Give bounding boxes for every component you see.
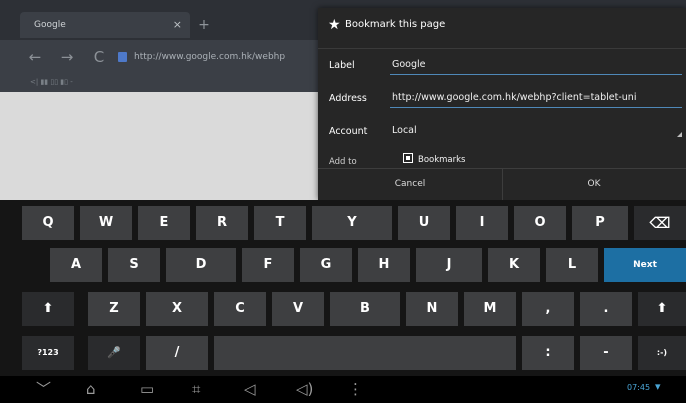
forward-icon[interactable]: → bbox=[58, 48, 76, 66]
volume-up-icon[interactable]: ◁) bbox=[296, 378, 313, 400]
back-icon[interactable]: ← bbox=[26, 48, 44, 66]
key-n[interactable]: N bbox=[406, 292, 458, 326]
key-a[interactable]: A bbox=[50, 248, 102, 282]
key-v[interactable]: V bbox=[272, 292, 324, 326]
key-b[interactable]: B bbox=[330, 292, 400, 326]
checkbox-check-icon bbox=[406, 156, 410, 160]
soft-keyboard: Q W E R T Y U I O P ⌫ A S D F G H J K L … bbox=[0, 200, 686, 376]
add-to-value[interactable]: Bookmarks bbox=[418, 155, 466, 165]
home-icon[interactable]: ⌂ bbox=[86, 378, 96, 400]
key-h[interactable]: H bbox=[358, 248, 410, 282]
url-field[interactable]: http://www.google.com.hk/webhp bbox=[134, 46, 285, 68]
key-f[interactable]: F bbox=[242, 248, 294, 282]
ok-button[interactable]: OK bbox=[502, 168, 686, 200]
key-q[interactable]: Q bbox=[22, 206, 74, 240]
key-w[interactable]: W bbox=[80, 206, 132, 240]
dialog-title: Bookmark this page bbox=[345, 19, 446, 30]
key-e[interactable]: E bbox=[138, 206, 190, 240]
system-bar bbox=[0, 376, 686, 403]
site-icon bbox=[118, 52, 127, 62]
cancel-button[interactable]: Cancel bbox=[318, 168, 502, 200]
key-c[interactable]: C bbox=[214, 292, 266, 326]
dropdown-arrow-icon[interactable] bbox=[677, 132, 682, 137]
key-slash[interactable]: / bbox=[146, 336, 208, 370]
address-field-label: Address bbox=[329, 93, 367, 104]
symbols-key[interactable]: ?123 bbox=[22, 336, 74, 370]
tab-google[interactable]: Google × bbox=[20, 12, 190, 38]
account-select[interactable]: Local bbox=[392, 125, 652, 136]
menu-icon[interactable]: ⋮ bbox=[348, 378, 363, 400]
bookmarks-bar-items[interactable]: <| ▮▮ ▯▯ ▮▯ - bbox=[30, 78, 73, 86]
key-d[interactable]: D bbox=[166, 248, 236, 282]
clock: 07:45 bbox=[627, 383, 651, 392]
star-icon: ★ bbox=[328, 17, 341, 33]
screenshot-icon[interactable]: ⌗ bbox=[192, 378, 200, 400]
volume-down-icon[interactable]: ◁ bbox=[244, 378, 256, 400]
microphone-icon[interactable]: 🎤 bbox=[88, 336, 140, 370]
key-m[interactable]: M bbox=[464, 292, 516, 326]
label-input-underline bbox=[390, 74, 682, 75]
address-input-underline bbox=[390, 107, 682, 108]
key-k[interactable]: K bbox=[488, 248, 540, 282]
shift-right-icon[interactable]: ⬆ bbox=[638, 292, 686, 326]
next-button[interactable]: Next bbox=[604, 248, 686, 282]
key-o[interactable]: O bbox=[514, 206, 566, 240]
shift-icon[interactable]: ⬆ bbox=[22, 292, 74, 326]
hide-keyboard-icon[interactable]: ﹀ bbox=[36, 378, 51, 400]
key-l[interactable]: L bbox=[546, 248, 598, 282]
address-input[interactable]: http://www.google.com.hk/webhp?client=ta… bbox=[392, 92, 684, 103]
key-g[interactable]: G bbox=[300, 248, 352, 282]
key-z[interactable]: Z bbox=[88, 292, 140, 326]
key-colon[interactable]: : bbox=[522, 336, 574, 370]
key-period[interactable]: . bbox=[580, 292, 632, 326]
tab-close-icon[interactable]: × bbox=[173, 12, 182, 38]
recent-apps-icon[interactable]: ▭ bbox=[140, 378, 154, 400]
label-field-label: Label bbox=[329, 60, 355, 71]
key-x[interactable]: X bbox=[146, 292, 208, 326]
key-y[interactable]: Y bbox=[312, 206, 392, 240]
account-field-label: Account bbox=[329, 126, 368, 137]
key-t[interactable]: T bbox=[254, 206, 306, 240]
smiley-key[interactable]: :-) bbox=[638, 336, 686, 370]
key-i[interactable]: I bbox=[456, 206, 508, 240]
key-comma[interactable]: , bbox=[522, 292, 574, 326]
key-s[interactable]: S bbox=[108, 248, 160, 282]
key-dash[interactable]: - bbox=[580, 336, 632, 370]
key-u[interactable]: U bbox=[398, 206, 450, 240]
spacebar[interactable] bbox=[214, 336, 516, 370]
wifi-icon: ▾ bbox=[655, 380, 661, 393]
key-r[interactable]: R bbox=[196, 206, 248, 240]
tab-title: Google bbox=[34, 20, 66, 30]
reload-icon[interactable]: C bbox=[90, 48, 108, 66]
add-to-label: Add to bbox=[329, 157, 357, 167]
backspace-icon[interactable]: ⌫ bbox=[634, 206, 686, 240]
key-j[interactable]: J bbox=[416, 248, 482, 282]
new-tab-button[interactable]: + bbox=[195, 16, 213, 34]
label-input[interactable]: Google bbox=[392, 59, 680, 70]
key-p[interactable]: P bbox=[572, 206, 628, 240]
